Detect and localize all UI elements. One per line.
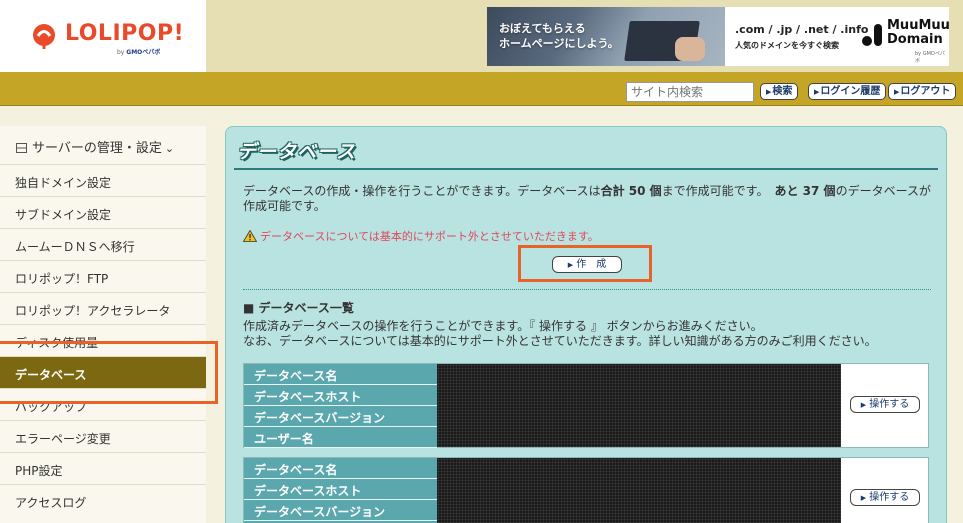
- operate-button-label: 操作する: [869, 399, 910, 410]
- database-entry: データベース名 データベースホスト データベースバージョン ユーザー名 ▶ 操作…: [243, 363, 929, 448]
- banner-photo: おぼえてもらえる ホームページにしよう。: [487, 7, 725, 66]
- muumuu-sub: by GMOペパボ: [915, 51, 945, 64]
- server-icon: [16, 143, 27, 153]
- logout-label: ログアウト: [900, 86, 951, 97]
- db-host-label: データベースホスト: [244, 479, 437, 500]
- banner-domains: .com / .jp / .net / .info: [735, 23, 869, 36]
- triangle-right-icon: ▶: [860, 494, 867, 502]
- header: LOLIPOP! by GMOペパボ おぼえてもらえる ホームページにしよう。 …: [0, 0, 963, 72]
- lollipop-icon: [33, 24, 55, 49]
- redacted-db-values: [437, 458, 841, 523]
- db-host-label: データベースホスト: [244, 385, 437, 406]
- sidebar-item-subdomain[interactable]: サブドメイン設定: [0, 196, 206, 228]
- login-history-button[interactable]: ▶ログイン履歴: [808, 83, 887, 100]
- triangle-right-icon: ▶: [860, 401, 867, 409]
- logo-sub-prefix: by: [117, 49, 125, 56]
- banner-tagline: 人気のドメインを今すぐ検索: [735, 41, 839, 50]
- triangle-right-icon: ▶: [766, 88, 772, 96]
- intro-remaining: あと 37 個: [774, 184, 836, 198]
- support-warning: データベースについては基本的にサポート外とさせていただきます。: [243, 228, 599, 244]
- lolipop-logo[interactable]: LOLIPOP! by GMOペパボ: [31, 20, 191, 56]
- section-divider: [243, 289, 931, 290]
- db-name-label: データベース名: [244, 364, 437, 385]
- hand-image: [675, 37, 705, 61]
- search-button[interactable]: ▶検索: [760, 83, 799, 100]
- db-user-label: ユーザー名: [244, 427, 437, 448]
- sidebar-heading[interactable]: サーバーの管理・設定 ⌄: [0, 126, 206, 162]
- logo-text: LOLIPOP!: [65, 21, 185, 46]
- intro-part1: データベースの作成・操作を行うことができます。データベースは: [243, 184, 601, 198]
- highlight-box-create: [518, 245, 652, 282]
- db-version-label: データベースバージョン: [244, 500, 437, 521]
- navbar: ▶検索 ▶ログイン履歴 ▶ログアウト: [0, 72, 963, 106]
- logo-sub-company: GMOペパボ: [126, 49, 161, 56]
- sidebar-item-ftp[interactable]: ロリポップ！FTP: [0, 260, 206, 292]
- muumuu-brand: MuuMuu Domain: [887, 19, 949, 47]
- sidebar-item-domain[interactable]: 独自ドメイン設定: [0, 164, 206, 196]
- triangle-right-icon: ▶: [814, 88, 820, 96]
- database-list-desc-line1: 作成済みデータベースの操作を行うことができます。『 操作する 』 ボタンからお進…: [243, 319, 763, 333]
- sidebar-item-php[interactable]: PHP設定: [0, 452, 206, 484]
- highlight-box-sidebar: [0, 341, 218, 404]
- redacted-db-values: [437, 364, 841, 447]
- database-panel: データベース データベースの作成・操作を行うことができます。データベースは合計 …: [225, 126, 947, 523]
- logo-sub: by GMOペパボ: [117, 47, 160, 56]
- db-field-labels: データベース名 データベースホスト データベースバージョン ユーザー名: [244, 364, 437, 448]
- logout-button[interactable]: ▶ログアウト: [888, 83, 957, 100]
- muumuu-logo-icon: [862, 24, 882, 46]
- page-title: データベース: [237, 141, 357, 163]
- database-list-desc-line2: なお、データベースについては基本的にサポート外とさせていただきます。詳しい知識が…: [243, 334, 877, 348]
- banner-message: おぼえてもらえる ホームページにしよう。: [499, 22, 619, 50]
- site-search-input[interactable]: [626, 82, 754, 102]
- operate-button-label: 操作する: [869, 492, 910, 503]
- db-version-label: データベースバージョン: [244, 406, 437, 427]
- intro-text: データベースの作成・操作を行うことができます。データベースは合計 50 個まで作…: [243, 184, 933, 214]
- sidebar-item-accelerator[interactable]: ロリポップ！アクセラレータ: [0, 292, 206, 324]
- database-entry: データベース名 データベースホスト データベースバージョン ユーザー名 ▶ 操作…: [243, 457, 929, 523]
- muumuu-banner[interactable]: おぼえてもらえる ホームページにしよう。 .com / .jp / .net /…: [487, 7, 949, 66]
- muumuu-brand-line1: MuuMuu: [887, 18, 949, 33]
- database-list-desc: 作成済みデータベースの操作を行うことができます。『 操作する 』 ボタンからお進…: [243, 319, 877, 349]
- db-field-labels: データベース名 データベースホスト データベースバージョン ユーザー名: [244, 458, 437, 523]
- banner-right: .com / .jp / .net / .info 人気のドメインを今すぐ検索 …: [727, 7, 949, 66]
- sidebar: サーバーの管理・設定 ⌄ 独自ドメイン設定 サブドメイン設定 ムームーＤＮＳへ移行…: [0, 126, 206, 523]
- support-warning-text: データベースについては基本的にサポート外とさせていただきます。: [260, 230, 599, 243]
- database-list-title: ■ データベース一覧: [243, 301, 354, 315]
- muumuu-brand-line2: Domain: [887, 32, 943, 47]
- sidebar-heading-row: サーバーの管理・設定 ⌄: [16, 137, 174, 156]
- sidebar-item-error-page[interactable]: エラーページ変更: [0, 420, 206, 452]
- sidebar-item-muumuu-dns[interactable]: ムームーＤＮＳへ移行: [0, 228, 206, 260]
- intro-part2: まで作成可能です。: [661, 184, 763, 198]
- sidebar-heading-label: サーバーの管理・設定: [32, 141, 162, 156]
- sidebar-item-access-log[interactable]: アクセスログ: [0, 484, 206, 516]
- operate-button[interactable]: ▶ 操作する: [850, 489, 920, 506]
- intro-limit: 合計 50 個: [600, 184, 662, 198]
- login-history-label: ログイン履歴: [820, 86, 881, 97]
- operate-button[interactable]: ▶ 操作する: [850, 396, 920, 413]
- chevron-down-icon: ⌄: [164, 142, 175, 155]
- db-name-label: データベース名: [244, 458, 437, 479]
- warning-icon: [243, 230, 257, 242]
- triangle-right-icon: ▶: [894, 88, 900, 96]
- search-button-label: 検索: [772, 86, 793, 97]
- logo-area[interactable]: LOLIPOP! by GMOペパボ: [0, 0, 206, 72]
- title-divider: [234, 168, 938, 170]
